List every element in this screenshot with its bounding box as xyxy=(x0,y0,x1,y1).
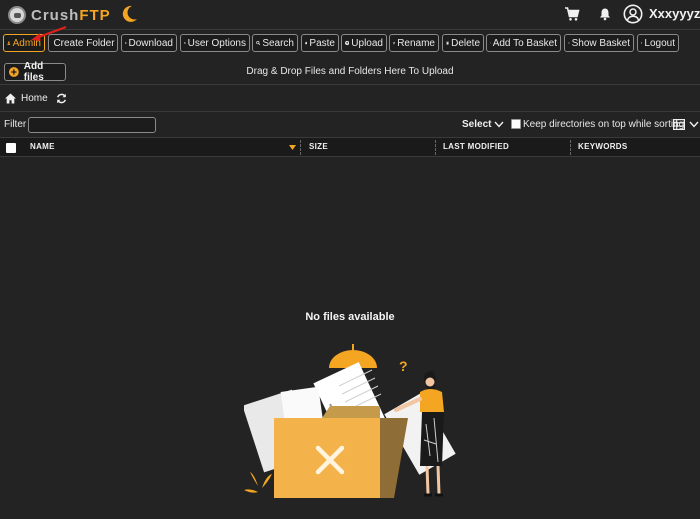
add-to-basket-button[interactable]: Add To Basket xyxy=(486,34,561,52)
annotation-arrow-icon xyxy=(31,26,67,41)
brand-name: CrushFTP xyxy=(31,7,111,24)
plus-circle-icon xyxy=(490,42,491,44)
show-basket-button[interactable]: Show Basket xyxy=(564,34,634,52)
rename-button[interactable]: Rename xyxy=(389,34,439,52)
username[interactable]: Xxxyyyzzz xyxy=(649,6,700,21)
brand-name-part2: FTP xyxy=(79,6,111,24)
column-header-last-modified[interactable]: LAST MODIFIED xyxy=(443,142,509,151)
clipboard-icon xyxy=(305,41,308,45)
user-circle-icon[interactable] xyxy=(623,4,643,24)
search-icon xyxy=(256,41,261,46)
user-options-button[interactable]: User Options xyxy=(180,34,250,52)
drop-zone-hint[interactable]: Drag & Drop Files and Folders Here To Up… xyxy=(0,66,700,77)
refresh-icon[interactable] xyxy=(56,93,67,104)
sort-desc-icon[interactable] xyxy=(289,145,296,150)
search-label: Search xyxy=(262,37,294,49)
app-header: CrushFTP Xxxyyyzzz xyxy=(0,0,700,30)
user-icon xyxy=(7,41,11,45)
download-label: Download xyxy=(128,37,173,49)
brand-logo[interactable]: CrushFTP xyxy=(8,5,111,25)
select-dropdown[interactable]: Select xyxy=(462,119,491,130)
bell-icon[interactable] xyxy=(597,6,613,22)
home-icon[interactable] xyxy=(5,93,16,104)
file-table-header: NAME SIZE LAST MODIFIED KEYWORDS xyxy=(0,137,700,157)
list-view-icon[interactable] xyxy=(673,119,685,130)
upload-button[interactable]: Upload xyxy=(341,34,387,52)
search-button[interactable]: Search xyxy=(252,34,298,52)
logout-button[interactable]: Logout xyxy=(637,34,679,52)
filter-input[interactable] xyxy=(28,117,156,133)
breadcrumb: Home xyxy=(0,86,700,112)
list-icon xyxy=(568,42,570,44)
empty-folder-illustration: ? xyxy=(244,344,456,498)
filter-label: Filter xyxy=(4,119,27,130)
logo-icon xyxy=(8,6,26,24)
column-divider[interactable] xyxy=(435,140,436,155)
filter-bar: Filter Select Keep directories on top wh… xyxy=(0,113,700,137)
cart-icon[interactable] xyxy=(564,6,580,22)
toolbar: Admin Create Folder Download User Option… xyxy=(0,34,700,54)
logout-icon xyxy=(641,42,643,44)
column-header-name[interactable]: NAME xyxy=(30,142,55,151)
user-options-label: User Options xyxy=(187,37,246,49)
add-to-basket-label: Add To Basket xyxy=(492,37,557,49)
svg-text:?: ? xyxy=(399,358,408,374)
column-divider[interactable] xyxy=(570,140,571,155)
moon-icon[interactable] xyxy=(122,5,138,23)
upload-icon xyxy=(345,40,350,46)
delete-button[interactable]: Delete xyxy=(442,34,484,52)
column-header-size[interactable]: SIZE xyxy=(309,142,328,151)
select-all-checkbox[interactable] xyxy=(6,143,16,153)
upload-label: Upload xyxy=(351,37,383,49)
delete-label: Delete xyxy=(451,37,480,49)
gear-icon xyxy=(184,42,186,44)
column-header-keywords[interactable]: KEYWORDS xyxy=(578,142,628,151)
rename-label: Rename xyxy=(397,37,435,49)
keep-directories-checkbox[interactable] xyxy=(511,119,521,129)
column-divider[interactable] xyxy=(300,140,301,155)
chevron-down-icon[interactable] xyxy=(494,121,504,128)
breadcrumb-home[interactable]: Home xyxy=(21,93,48,104)
edit-icon xyxy=(393,41,396,45)
chevron-down-icon[interactable] xyxy=(689,121,699,128)
empty-state-message: No files available xyxy=(305,311,395,323)
download-button[interactable]: Download xyxy=(121,34,177,52)
paste-button[interactable]: Paste xyxy=(301,34,339,52)
logout-label: Logout xyxy=(644,37,675,49)
paste-label: Paste xyxy=(309,37,335,49)
trash-icon xyxy=(446,41,449,45)
brand-name-part1: Crush xyxy=(31,6,80,24)
upload-bar: Add files Drag & Drop Files and Folders … xyxy=(0,57,700,85)
show-basket-label: Show Basket xyxy=(571,37,630,49)
keep-directories-label[interactable]: Keep directories on top while sorting xyxy=(523,119,684,130)
download-icon xyxy=(125,42,127,44)
